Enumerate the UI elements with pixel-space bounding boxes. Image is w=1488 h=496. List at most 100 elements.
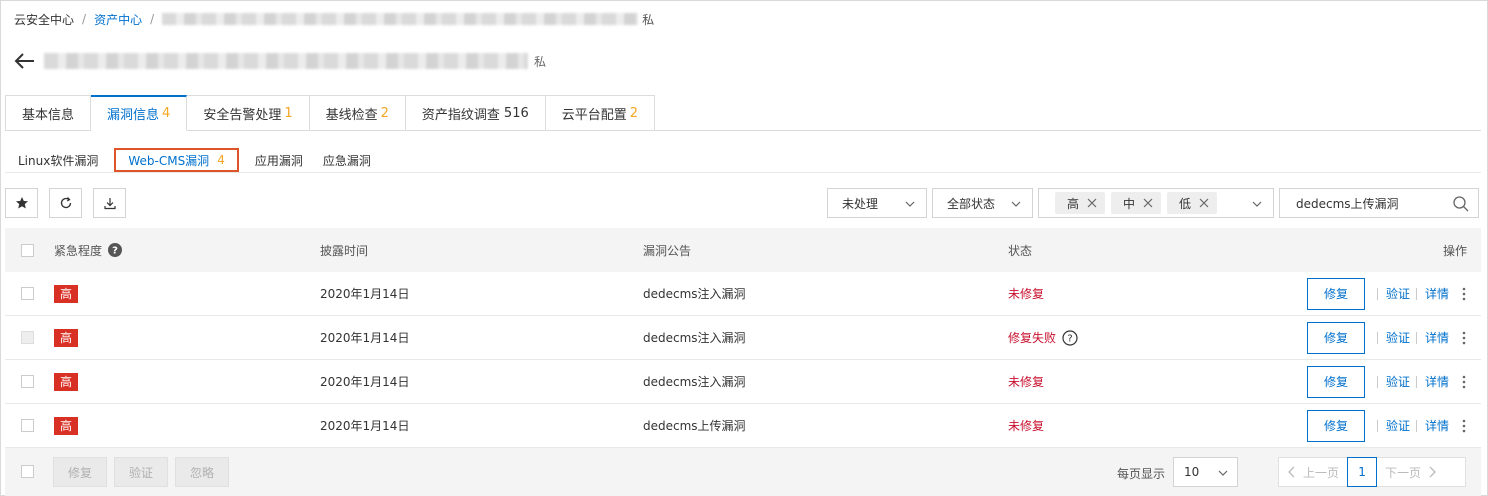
redacted-title (44, 53, 528, 69)
verify-link[interactable]: 验证 (1386, 417, 1410, 434)
row-status: 未修复 (1008, 285, 1044, 302)
chevron-down-icon (905, 201, 915, 207)
select-value: 全部状态 (947, 196, 996, 211)
separator (1376, 331, 1378, 344)
tab-alerts[interactable]: 安全告警处理 1 (187, 95, 310, 131)
severity-badge: 高 (54, 328, 79, 347)
row-notice: dedecms注入漏洞 (643, 375, 746, 389)
tab-vulnerabilities[interactable]: 漏洞信息 4 (91, 95, 188, 131)
pagination: 上一页 1 下一页 (1278, 457, 1466, 487)
search-icon[interactable] (1452, 195, 1470, 213)
row-notice: dedecms注入漏洞 (643, 331, 746, 345)
subtab-label: Web-CMS漏洞 (128, 153, 210, 168)
table-row: 高 2020年1月14日 dedecms上传漏洞 未修复 修复 验证 详情 (5, 404, 1481, 448)
breadcrumb-assets[interactable]: 资产中心 (94, 11, 142, 28)
more-vertical-icon[interactable] (1459, 418, 1469, 434)
tag-label: 低 (1179, 196, 1192, 211)
search-input[interactable] (1296, 196, 1446, 210)
download-button[interactable] (93, 188, 126, 218)
prev-label: 上一页 (1303, 465, 1340, 480)
tag-label: 高 (1067, 196, 1080, 211)
subtab-web-cms[interactable]: Web-CMS漏洞 4 (114, 148, 239, 172)
severity-filter-select[interactable]: 高 中 低 (1038, 188, 1274, 218)
separator (1376, 419, 1378, 432)
row-status: 未修复 (1008, 417, 1044, 434)
detail-link[interactable]: 详情 (1425, 373, 1449, 390)
batch-fix-button[interactable]: 修复 (53, 457, 108, 487)
row-actions: 修复 验证 详情 (1306, 321, 1469, 354)
status-filter-select[interactable]: 全部状态 (932, 188, 1033, 218)
chevron-left-icon (1288, 466, 1295, 478)
row-notice: dedecms上传漏洞 (643, 419, 746, 433)
header-notice: 漏洞公告 (643, 243, 692, 258)
svg-text:?: ? (1067, 333, 1072, 344)
more-vertical-icon[interactable] (1459, 286, 1469, 302)
tag-label: 中 (1123, 196, 1136, 211)
row-status: 未修复 (1008, 373, 1044, 390)
chevron-down-icon (1218, 470, 1228, 476)
next-page-button[interactable]: 下一页 (1377, 464, 1445, 481)
row-checkbox[interactable] (21, 287, 34, 300)
tab-label: 资产指纹调查 (421, 107, 500, 123)
batch-verify-button[interactable]: 验证 (114, 457, 169, 487)
tab-basic-info[interactable]: 基本信息 (5, 95, 92, 131)
breadcrumb: 云安全中心 / 资产中心 / 私 (14, 10, 654, 28)
row-checkbox[interactable] (21, 331, 34, 344)
row-date: 2020年1月14日 (320, 331, 410, 345)
verify-link[interactable]: 验证 (1386, 329, 1410, 346)
detail-link[interactable]: 详情 (1425, 285, 1449, 302)
subtab-label: Linux软件漏洞 (18, 153, 99, 168)
row-date: 2020年1月14日 (320, 375, 410, 389)
help-circle-icon[interactable]: ? (1062, 329, 1078, 346)
breadcrumb-home[interactable]: 云安全中心 (14, 11, 74, 28)
subtab-linux[interactable]: Linux软件漏洞 (8, 149, 108, 171)
row-notice: dedecms注入漏洞 (643, 287, 746, 301)
search-box (1279, 188, 1479, 218)
separator (1376, 287, 1378, 300)
more-vertical-icon[interactable] (1459, 330, 1469, 346)
close-icon[interactable] (1199, 198, 1209, 208)
fix-button[interactable]: 修复 (1306, 365, 1365, 398)
tab-label: 云平台配置 (561, 107, 627, 123)
subtab-emergency[interactable]: 应急漏洞 (313, 149, 381, 171)
row-status: 修复失败 ? (1008, 329, 1078, 346)
header-ops: 操作 (1442, 243, 1467, 258)
favorite-button[interactable] (5, 188, 38, 218)
table-row: 高 2020年1月14日 dedecms注入漏洞 修复失败 ? 修复 验证 详情 (5, 316, 1481, 360)
row-checkbox[interactable] (21, 375, 34, 388)
detail-link[interactable]: 详情 (1425, 417, 1449, 434)
table-row: 高 2020年1月14日 dedecms注入漏洞 未修复 修复 验证 详情 (5, 360, 1481, 404)
help-icon[interactable]: ? (108, 243, 123, 257)
table-header: 紧急程度 ? 披露时间 漏洞公告 状态 操作 (5, 228, 1481, 272)
subtab-application[interactable]: 应用漏洞 (245, 149, 313, 171)
fix-button[interactable]: 修复 (1306, 409, 1365, 442)
verify-link[interactable]: 验证 (1386, 373, 1410, 390)
status-label: 未修复 (1008, 375, 1045, 389)
prev-page-button[interactable]: 上一页 (1279, 464, 1347, 481)
back-arrow-icon[interactable] (14, 50, 36, 72)
page-number-button[interactable]: 1 (1347, 457, 1378, 487)
select-all-checkbox[interactable] (21, 243, 34, 257)
row-date: 2020年1月14日 (320, 287, 410, 301)
fix-button[interactable]: 修复 (1306, 277, 1365, 310)
detail-link[interactable]: 详情 (1425, 329, 1449, 346)
download-icon (103, 198, 116, 210)
page-size-select[interactable]: 10 (1173, 457, 1238, 487)
page-size-value: 10 (1184, 465, 1200, 479)
close-icon[interactable] (1087, 198, 1097, 208)
tab-count: 1 (284, 105, 293, 121)
footer-select-all-checkbox[interactable] (21, 465, 34, 478)
tab-baseline[interactable]: 基线检查 2 (309, 95, 406, 131)
verify-link[interactable]: 验证 (1386, 285, 1410, 302)
star-icon (15, 197, 28, 209)
more-vertical-icon[interactable] (1459, 374, 1469, 390)
fix-button[interactable]: 修复 (1306, 321, 1365, 354)
separator (1415, 331, 1417, 344)
refresh-button[interactable] (49, 188, 82, 218)
close-icon[interactable] (1143, 198, 1153, 208)
tab-fingerprint[interactable]: 资产指纹调查 516 (405, 95, 546, 131)
batch-ignore-button[interactable]: 忽略 (175, 457, 230, 487)
tab-cloud-config[interactable]: 云平台配置 2 (545, 95, 656, 131)
handled-filter-select[interactable]: 未处理 (827, 188, 927, 218)
row-checkbox[interactable] (21, 419, 34, 432)
